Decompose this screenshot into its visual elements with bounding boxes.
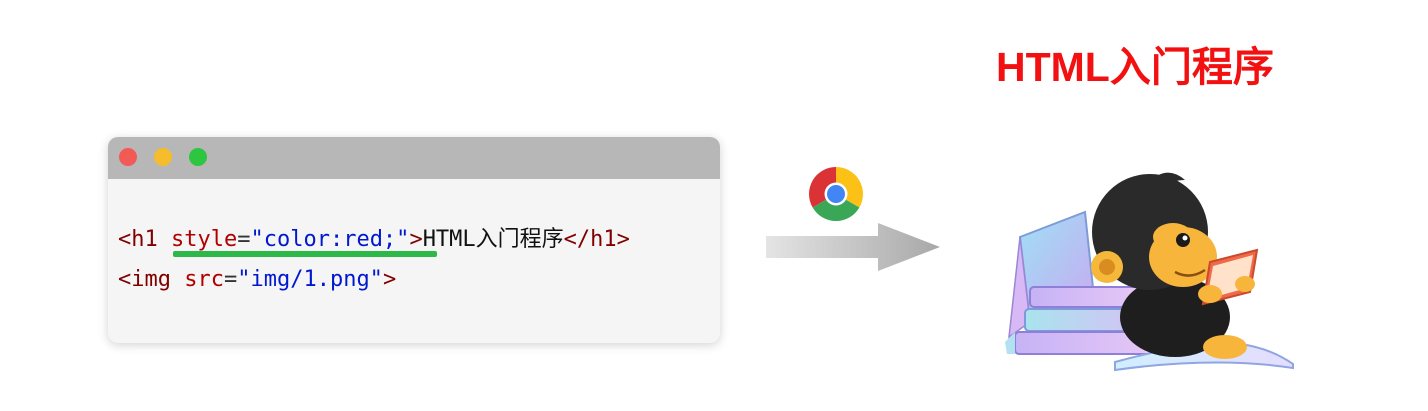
arrow-right-icon	[766, 223, 940, 271]
code-editor-window: <h1 style="color:red;">HTML入门程序</h1> <im…	[108, 137, 720, 343]
code-attr-value: "color:red;"	[250, 227, 410, 252]
code-attr-name: src	[184, 267, 224, 292]
close-dot-icon[interactable]	[119, 148, 137, 166]
code-equals: =	[223, 267, 238, 292]
code-line-1: <h1 style="color:red;">HTML入门程序</h1>	[118, 221, 630, 253]
code-tag-close: >	[382, 267, 397, 292]
code-text-content: HTML入门程序	[422, 227, 564, 252]
editor-titlebar	[108, 137, 720, 179]
code-attr-value: "img/1.png"	[237, 267, 383, 292]
chrome-icon	[809, 167, 863, 221]
maximize-dot-icon[interactable]	[189, 148, 207, 166]
style-attribute-highlight	[173, 251, 437, 257]
code-tag-open: <h1	[118, 227, 158, 252]
mascot-reading-books-icon	[1005, 172, 1294, 372]
code-tag-open: <img	[118, 267, 171, 292]
code-attr-name: style	[171, 227, 238, 252]
code-equals: =	[237, 227, 251, 252]
code-tag-close: >	[409, 227, 423, 252]
code-tag-end: </h1>	[563, 227, 630, 252]
code-line-2: <img src="img/1.png">	[118, 267, 396, 292]
output-heading: HTML入门程序	[996, 44, 1274, 90]
minimize-dot-icon[interactable]	[154, 148, 172, 166]
